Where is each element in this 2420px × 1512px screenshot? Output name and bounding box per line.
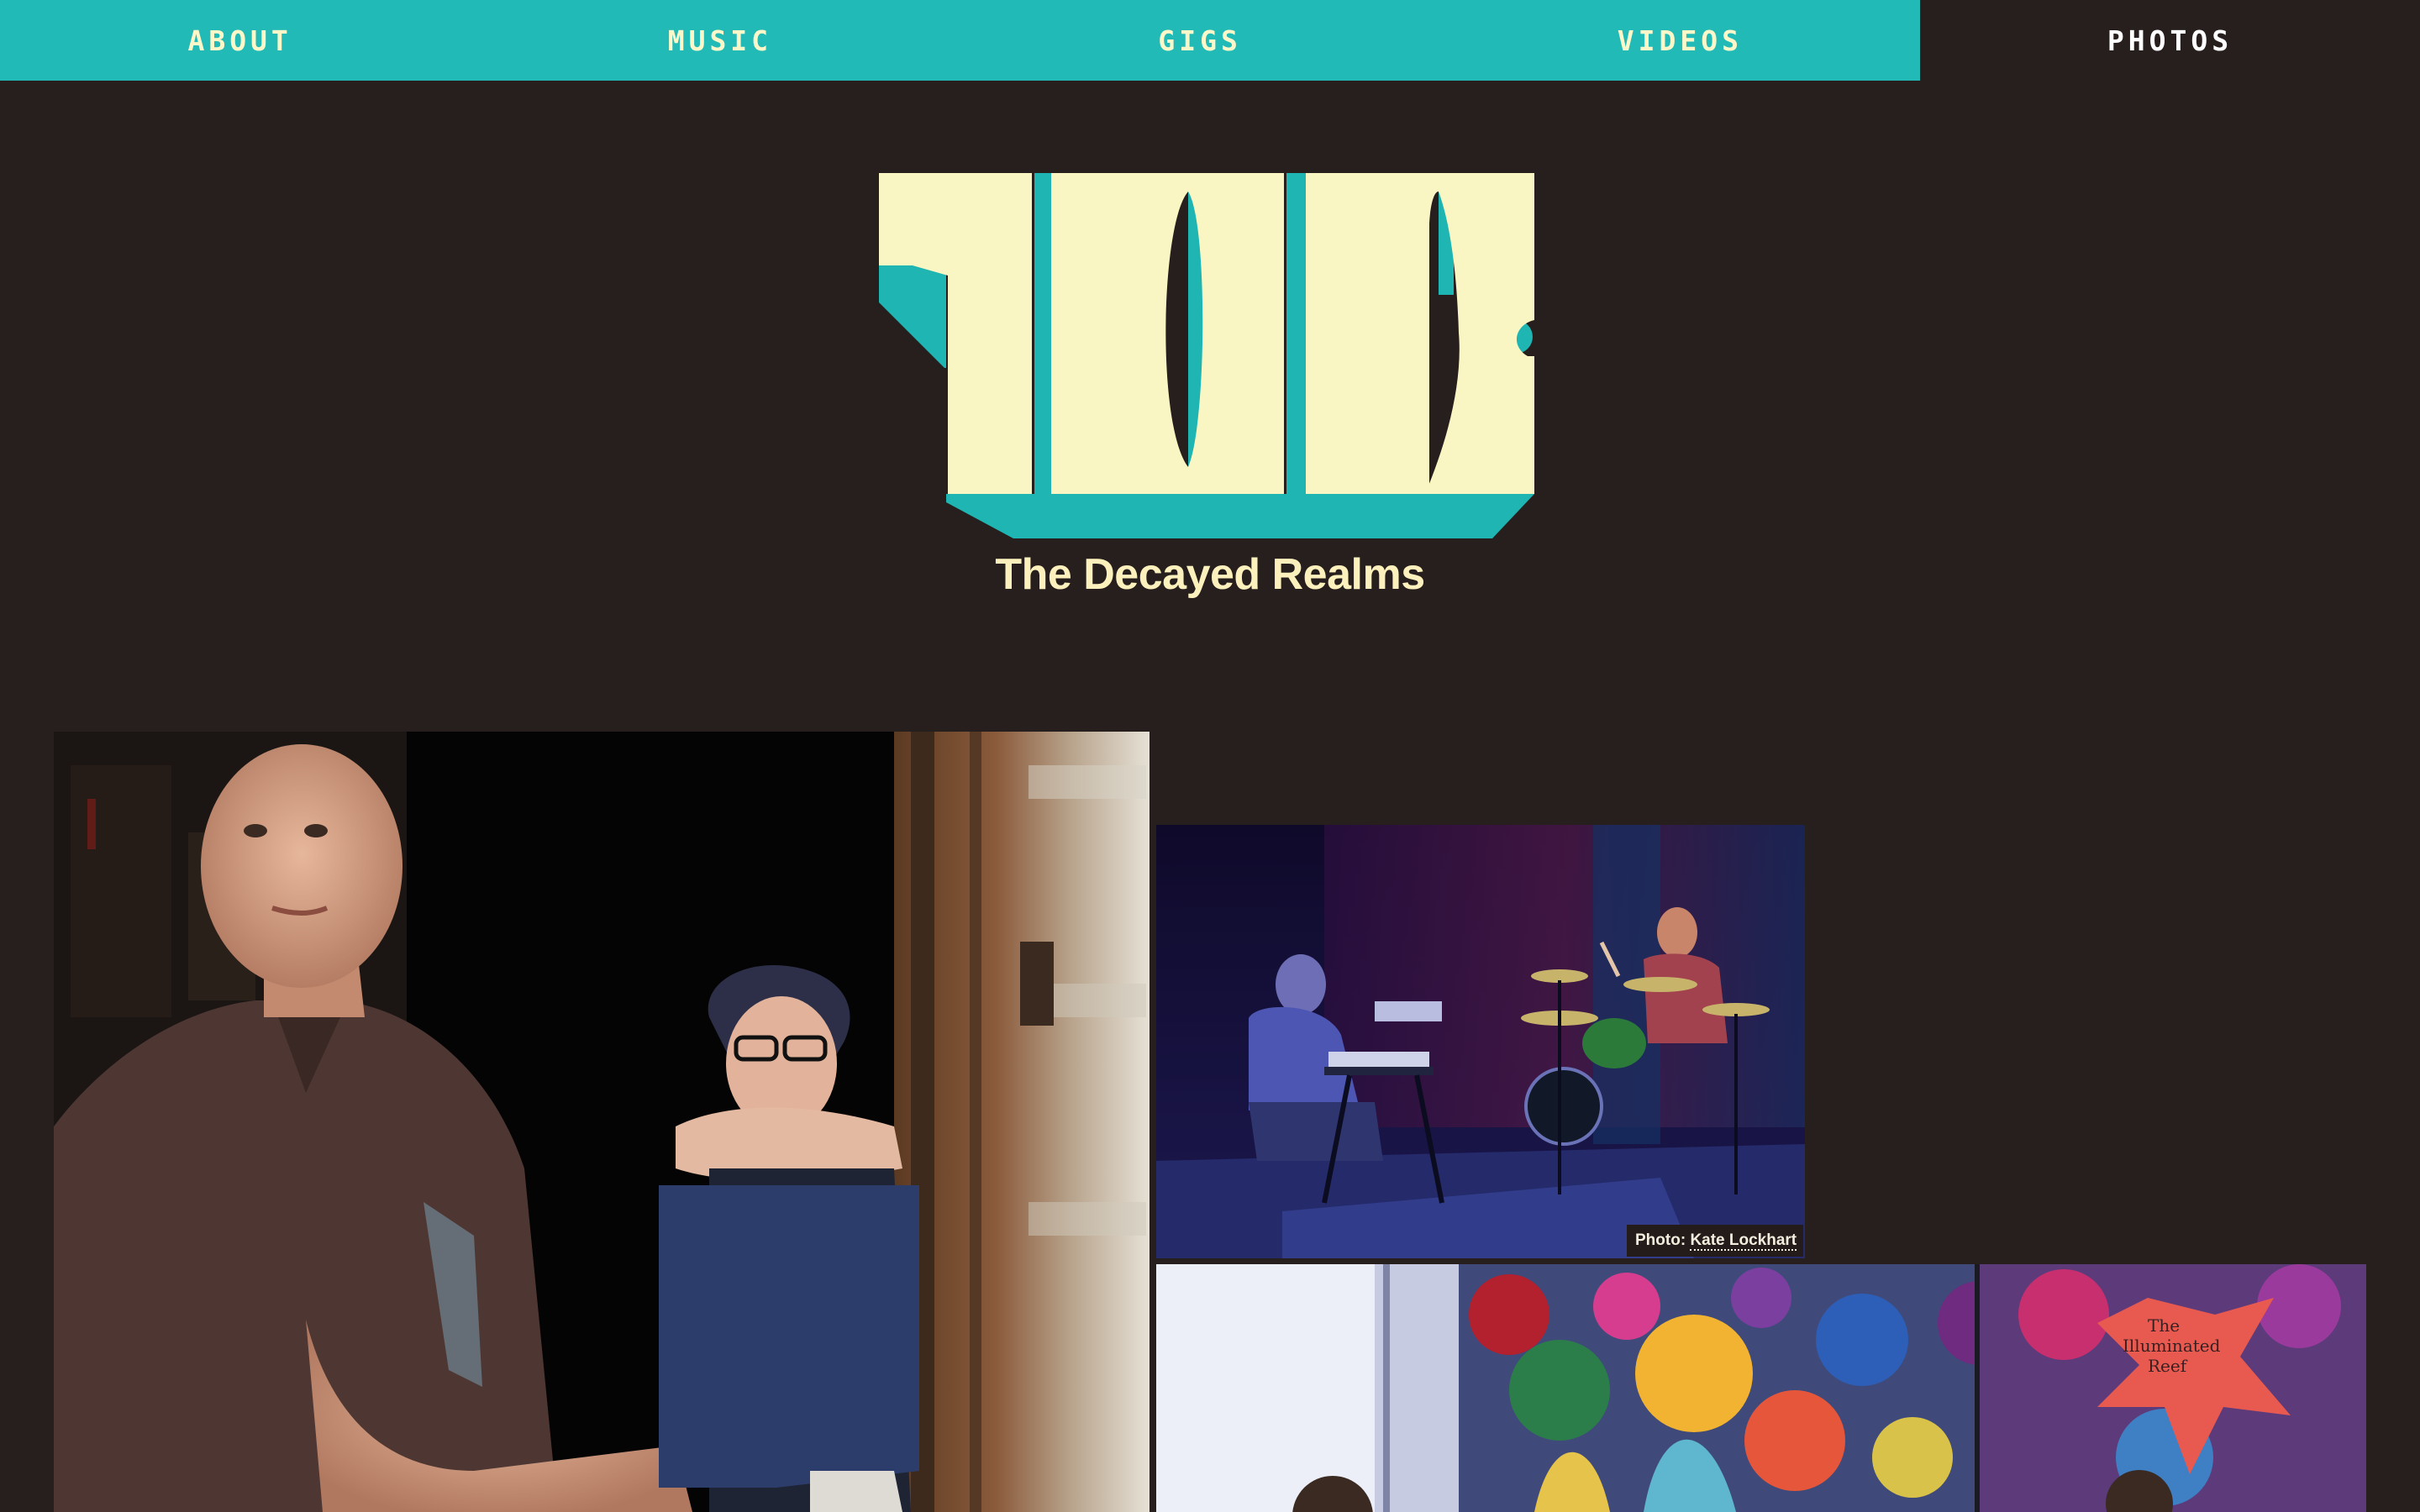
tdr-logo-mark [879, 173, 1534, 538]
nav-bar: ABOUT MUSIC GIGS VIDEOS [0, 0, 1920, 81]
photo-credit-prefix: Photo: [1635, 1231, 1691, 1249]
mural-sign-line-2: Illuminated [2123, 1336, 2221, 1356]
photographer-link[interactable]: Kate Lockhart [1690, 1231, 1797, 1251]
nav-item-photos[interactable]: PHOTOS [2107, 24, 2233, 57]
nav-item-music[interactable]: MUSIC [480, 24, 960, 57]
photo-reef-mural[interactable]: The Illuminated Reef [1156, 1264, 2366, 1512]
band-portrait-image [54, 732, 1150, 1512]
band-logo[interactable] [879, 173, 1544, 543]
photo-band-portrait[interactable] [54, 732, 1150, 1512]
mural-sign-line-1: The [2148, 1315, 2180, 1336]
mural-sign-line-3: Reef [2148, 1356, 2188, 1376]
nav-item-videos[interactable]: VIDEOS [1440, 24, 1920, 57]
main-nav: ABOUT MUSIC GIGS VIDEOS PHOTOS [0, 0, 2420, 81]
nav-item-gigs[interactable]: GIGS [960, 24, 1440, 57]
nav-item-about[interactable]: ABOUT [0, 24, 480, 57]
photo-credit: Photo: Kate Lockhart [1627, 1225, 1803, 1257]
nav-active-tab: PHOTOS [1920, 0, 2420, 81]
band-name: The Decayed Realms [995, 550, 1425, 599]
photo-live-stage[interactable] [1156, 825, 1805, 1258]
live-stage-image [1156, 825, 1805, 1258]
reef-mural-image: The Illuminated Reef [1156, 1264, 2366, 1512]
